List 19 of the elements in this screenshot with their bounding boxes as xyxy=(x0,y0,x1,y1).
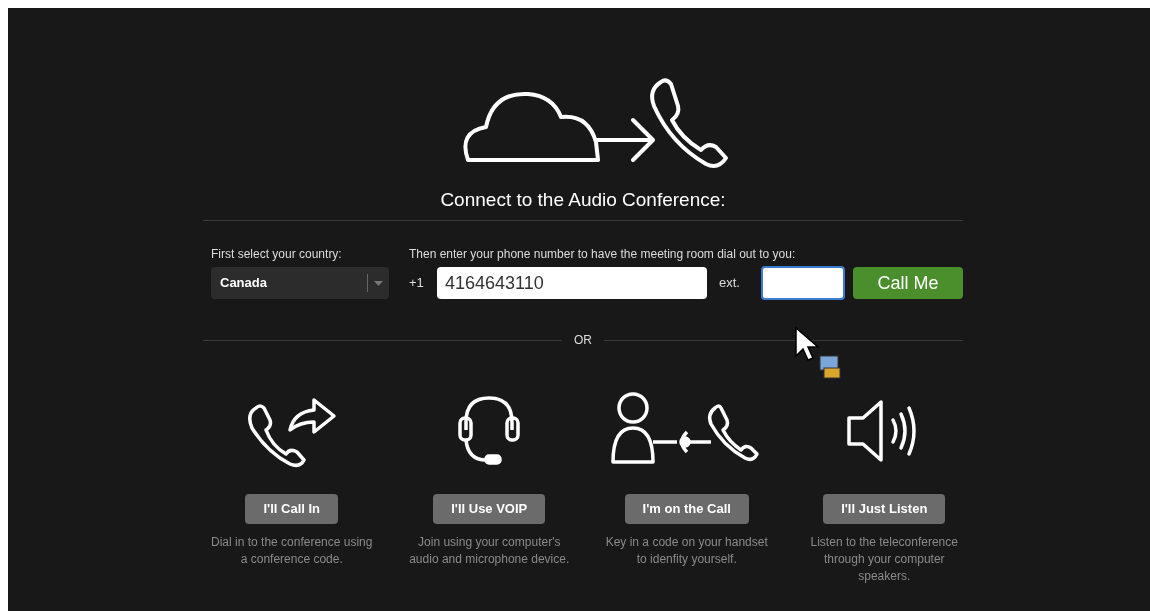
country-code: +1 xyxy=(409,274,425,293)
separator-text: OR xyxy=(574,332,592,349)
field-label: Then enter your phone number to have the meeting room dial out to you: xyxy=(409,246,797,263)
ext-field[interactable] xyxy=(761,266,845,300)
option-description: Key in a code on your handset to idenfity yourself. xyxy=(604,534,769,568)
option-button[interactable]: I'll Just Listen xyxy=(823,494,946,524)
phone-field[interactable]: 4164643110 xyxy=(437,267,707,299)
country-dropdown[interactable]: Canada xyxy=(211,267,389,299)
option-button[interactable]: I'll Call In xyxy=(245,494,338,524)
call-me-button[interactable]: Call Me xyxy=(853,267,963,299)
option-button[interactable]: I'll Use VOIP xyxy=(433,494,546,524)
option-description: Listen to the teleconference through your computer speakers. xyxy=(809,534,959,585)
dialog-title: Connect to the Audio Conference: xyxy=(439,188,727,212)
option-button[interactable]: I'm on the Call xyxy=(624,494,749,524)
ext-label: ext. xyxy=(719,274,741,293)
field-label: First select your country: xyxy=(211,246,343,263)
option-description: Join using your computer's audio and microphone device. xyxy=(408,534,571,568)
caret-icon xyxy=(374,280,383,286)
option-description: Dial in to the conference using a conference code. xyxy=(210,534,374,568)
